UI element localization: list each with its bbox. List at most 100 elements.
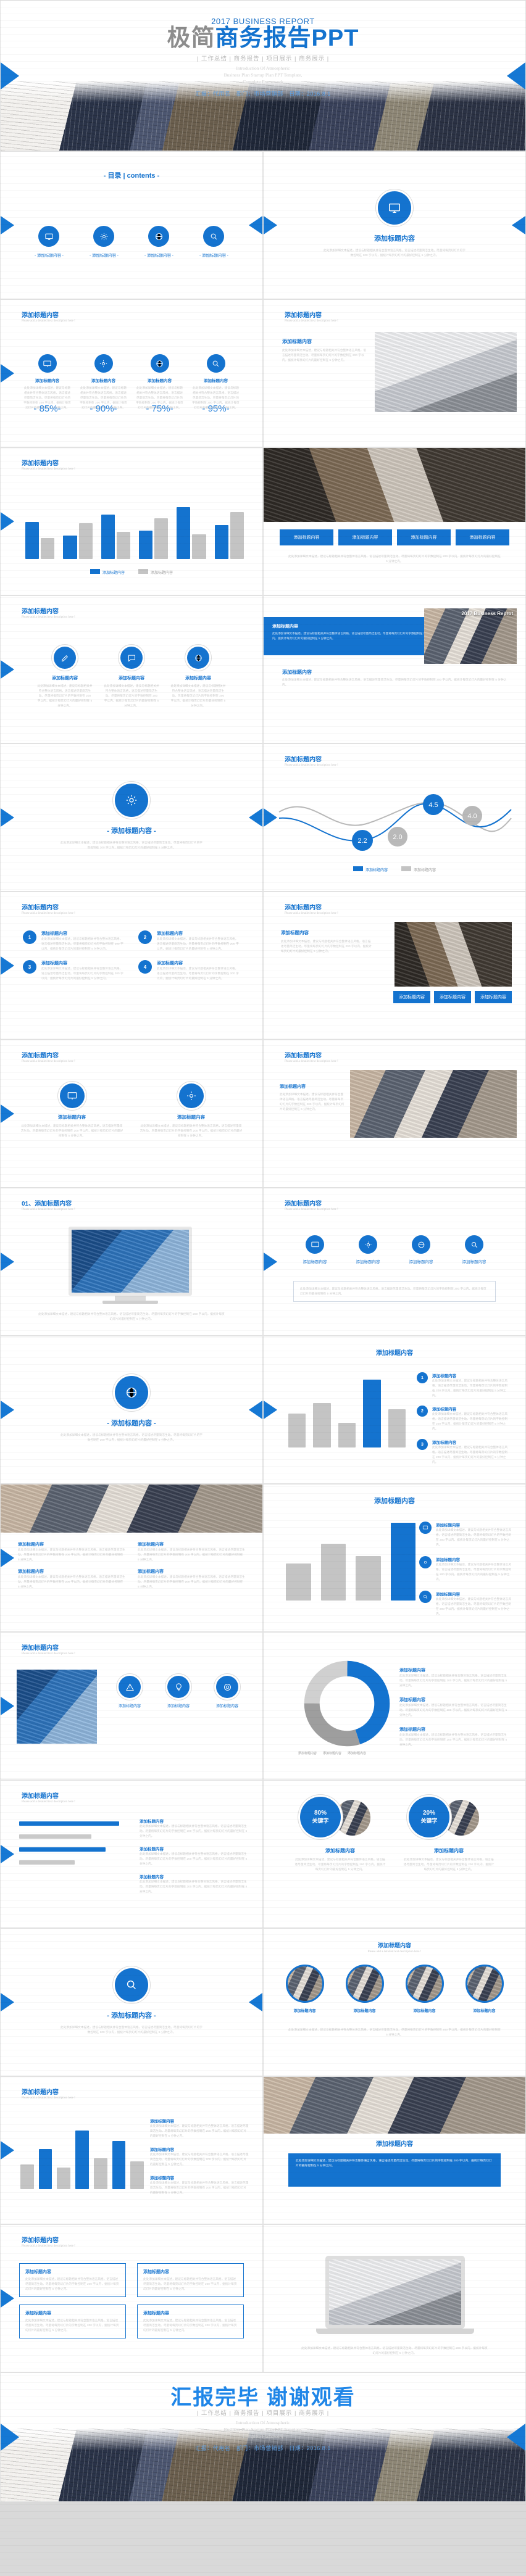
slide-photo-boxes: 添加标题内容 添加标题内容 添加标题内容 添加标题内容 此处添加详细文本描述，建… <box>263 447 526 595</box>
slide-numbered-list: 添加标题内容 Please add a detailed text descri… <box>0 892 263 1040</box>
list-item[interactable]: 添加标题内容 此处添加详细文本描述，建议与标题相关并符合整体语言风格，语言描述尽量… <box>150 2146 249 2167</box>
slide-desc: 此处添加详细文本描述，建议与标题相关并符合整体语言风格，语言描述尽量简洁生动。尽… <box>280 1093 344 1111</box>
mini-circle-item[interactable]: 添加标题内容 <box>409 1235 433 1264</box>
list-item[interactable]: 添加标题内容 此处添加详细文本描述，建议与标题相关并符合整体语言风格，语言描述尽量… <box>419 1556 512 1582</box>
circle-item[interactable]: 添加标题内容 此处添加详细文本描述，建议与标题相关并符合整体语言风格，语言描述尽… <box>104 647 159 708</box>
list-item[interactable]: 3 添加标题内容 此处添加详细文本描述，建议与标题相关并符合整体语言风格，语言描述… <box>23 960 125 981</box>
left-arrow-icon <box>1 1104 14 1123</box>
mini-circle-item[interactable]: 添加标题内容 <box>303 1235 327 1264</box>
list-item[interactable]: 2 添加标题内容 此处添加详细文本描述，建议与标题相关并符合整体语言风格，语言描述… <box>138 930 240 951</box>
list-item[interactable]: 添加标题内容 此处添加详细文本描述，建议与标题相关并符合整体语言风格，语言描述尽量… <box>399 1667 511 1688</box>
list-item[interactable]: 添加标题内容 此处添加详细文本描述，建议与标题相关并符合整体语言风格，语言描述尽量… <box>150 2174 249 2195</box>
slide-header: 添加标题内容 Please add a detailed text descri… <box>285 1198 338 1212</box>
percent-value: - 90%- <box>90 404 117 414</box>
mini-circle-item[interactable]: 添加标题内容 <box>462 1235 486 1264</box>
slide-header: 添加标题内容 Please add a detailed text descri… <box>22 458 75 472</box>
ending-meta: 汇报：代用名 部门：市场营销部 日期：2016.8.1 <box>195 2445 331 2451</box>
contents-item-4[interactable]: - 添加标题内容 - <box>199 226 228 258</box>
list-item-desc: 此处添加详细文本描述，建议与标题相关并符合整体语言风格，语言描述尽量简洁生动。尽… <box>140 1880 248 1894</box>
monitor-icon <box>38 226 60 247</box>
keyword-item[interactable]: 20% 关键字 添加标题内容 此处添加详细文本描述，建议与标题相关并符合整体语言… <box>403 1797 495 1872</box>
contents-item-3[interactable]: - 添加标题内容 - <box>144 226 173 258</box>
slide-desc: 此处添加详细文本描述，建议与标题相关并符合整体语言风格，语言描述尽量简洁生动。尽… <box>282 678 507 687</box>
section-title: - 添加标题内容 - <box>107 2012 156 2019</box>
slide-subtitle-en: Please add a detailed text description h… <box>285 1208 338 1211</box>
avatar-item[interactable]: 添加标题内容 <box>405 1965 444 2013</box>
mini-circle-item[interactable]: 添加标题内容 <box>356 1235 380 1264</box>
list-item[interactable]: 添加标题内容 此处添加详细文本描述，建议与标题相关并符合整体语言风格，语言描述尽量… <box>140 1873 248 1894</box>
avatar-item[interactable]: 添加标题内容 <box>465 1965 504 2013</box>
outline-box[interactable]: 添加标题内容 此处添加详细文本描述，建议与标题相关并符合整体语言风格，语言描述尽量… <box>137 2305 244 2339</box>
grid-item[interactable]: 添加标题内容 此处添加详细文本描述，建议与标题相关并符合整体语言风格，语言描述尽量… <box>18 1568 125 1589</box>
blue-box[interactable]: 添加标题内容 <box>280 529 333 545</box>
list-item[interactable]: 添加标题内容 此处添加详细文本描述，建议与标题相关并符合整体语言风格，语言描述尽量… <box>140 1845 248 1866</box>
blue-box[interactable]: 添加标题内容 <box>434 991 471 1003</box>
feature-item[interactable]: 添加标题内容 此处添加详细文本描述，建议与标题相关并符合整体语言风格，语言描述尽… <box>192 354 240 410</box>
slide-desc: 此处添加详细文本描述，建议与标题相关并符合整体语言风格，语言描述尽量简洁生动。尽… <box>288 2028 501 2037</box>
cover-slide: 2017 BUSINESS REPORT 极简商务报告PPT | 工作总结 | … <box>0 0 526 151</box>
list-item[interactable]: 3 添加标题内容 此处添加详细文本描述，建议与标题相关并符合整体语言风格，语言描述… <box>417 1439 509 1465</box>
point-label-4: 4.0 <box>467 813 477 820</box>
grid-item[interactable]: 添加标题内容 此处添加详细文本描述，建议与标题相关并符合整体语言风格，语言描述尽量… <box>18 1541 125 1562</box>
keyword-item[interactable]: 80% 关键字 添加标题内容 此处添加详细文本描述，建议与标题相关并符合整体语言… <box>294 1797 386 1872</box>
feature-item[interactable]: 添加标题内容 此处添加详细文本描述，建议与标题相关并符合整体语言风格，语言描述尽… <box>136 354 184 410</box>
icon-item[interactable]: 添加标题内容 <box>208 1676 246 1708</box>
bar-chart-plot <box>25 491 244 559</box>
bar-chart-plot <box>286 1520 415 1601</box>
keyword-desc: 此处添加详细文本描述，建议与标题相关并符合整体语言风格，语言描述尽量简洁生动。尽… <box>403 1858 495 1871</box>
list-item[interactable]: 添加标题内容 此处添加详细文本描述，建议与标题相关并符合整体语言风格，语言描述尽量… <box>399 1697 511 1718</box>
contents-item-1[interactable]: - 添加标题内容 - <box>35 226 64 258</box>
icon-block[interactable]: 添加标题内容 此处添加详细文本描述，建议与标题相关并符合整体语言风格，语言描述尽… <box>20 1083 123 1138</box>
slide-subtitle-en: Please add a detailed text description h… <box>285 1060 338 1063</box>
circle-item[interactable]: 添加标题内容 此处添加详细文本描述，建议与标题相关并符合整体语言风格，语言描述尽… <box>37 647 93 708</box>
list-item[interactable]: 添加标题内容 此处添加详细文本描述，建议与标题相关并符合整体语言风格，语言描述尽量… <box>419 1591 512 1617</box>
circle-item[interactable]: 添加标题内容 此处添加详细文本描述，建议与标题相关并符合整体语言风格，语言描述尽… <box>170 647 226 708</box>
list-item[interactable]: 添加标题内容 此处添加详细文本描述，建议与标题相关并符合整体语言风格，语言描述尽量… <box>419 1522 512 1547</box>
left-arrow-icon <box>264 808 277 827</box>
slide-monitor-mockup: 01、添加标题内容 Please add a detailed text des… <box>0 1188 263 1336</box>
section-title: - 添加标题内容 - <box>107 827 156 835</box>
blue-box[interactable]: 添加标题内容 <box>456 529 509 545</box>
icon-item[interactable]: 添加标题内容 <box>159 1676 198 1708</box>
list-item[interactable]: 2 添加标题内容 此处添加详细文本描述，建议与标题相关并符合整体语言风格，语言描述… <box>417 1406 509 1431</box>
section-desc: 此处添加详细文本描述，建议与标题相关并符合整体语言风格，语言描述尽量简洁生动。尽… <box>61 1433 202 1442</box>
slide-section-divider-1: 添加标题内容 此处添加详细文本描述，建议与标题相关并符合整体语言风格，语言描述尽… <box>263 151 526 299</box>
blue-box[interactable]: 添加标题内容 <box>397 529 451 545</box>
list-item[interactable]: 添加标题内容 此处添加详细文本描述，建议与标题相关并符合整体语言风格，语言描述尽量… <box>399 1726 511 1747</box>
list-item[interactable]: 4 添加标题内容 此处添加详细文本描述，建议与标题相关并符合整体语言风格，语言描述… <box>138 960 240 981</box>
keyword-word: 关键字 <box>420 1818 438 1824</box>
blue-box[interactable]: 添加标题内容 <box>338 529 392 545</box>
avatar <box>405 1965 444 2003</box>
blue-box[interactable]: 添加标题内容 <box>393 991 430 1003</box>
list-item[interactable]: 添加标题内容 此处添加详细文本描述，建议与标题相关并符合整体语言风格，语言描述尽量… <box>150 2118 249 2139</box>
legend-label: 添加标题内容 <box>365 869 388 872</box>
slide-title: 添加标题内容 <box>22 608 59 615</box>
icon-item[interactable]: 添加标题内容 <box>111 1676 149 1708</box>
contents-item-label: - 添加标题内容 - <box>199 254 228 258</box>
outline-box[interactable]: 添加标题内容 此处添加详细文本描述，建议与标题相关并符合整体语言风格，语言描述尽量… <box>19 2305 126 2339</box>
avatar-item[interactable]: 添加标题内容 <box>345 1965 384 2013</box>
list-item[interactable]: 添加标题内容 此处添加详细文本描述，建议与标题相关并符合整体语言风格，语言描述尽量… <box>140 1818 248 1839</box>
list-item-title: 添加标题内容 <box>399 1698 425 1703</box>
list-item[interactable]: 1 添加标题内容 此处添加详细文本描述，建议与标题相关并符合整体语言风格，语言描述… <box>23 930 125 951</box>
cover-eyebrow: 2017 BUSINESS REPORT <box>211 17 315 26</box>
contents-item-2[interactable]: - 添加标题内容 - <box>90 226 119 258</box>
list-item[interactable]: 1 添加标题内容 此处添加详细文本描述，建议与标题相关并符合整体语言风格，语言描述… <box>417 1372 509 1398</box>
blue-box[interactable]: 添加标题内容 <box>475 991 512 1003</box>
feature-item[interactable]: 添加标题内容 此处添加详细文本描述，建议与标题相关并符合整体语言风格，语言描述尽… <box>23 354 72 410</box>
legend-label: 添加标题内容 <box>102 571 125 575</box>
feature-item[interactable]: 添加标题内容 此处添加详细文本描述，建议与标题相关并符合整体语言风格，语言描述尽… <box>80 354 128 410</box>
outline-box[interactable]: 添加标题内容 此处添加详细文本描述，建议与标题相关并符合整体语言风格，语言描述尽量… <box>19 2263 126 2298</box>
grid-item[interactable]: 添加标题内容 此处添加详细文本描述，建议与标题相关并符合整体语言风格，语言描述尽量… <box>138 1541 245 1562</box>
outline-box[interactable]: 添加标题内容 此处添加详细文本描述，建议与标题相关并符合整体语言风格，语言描述尽量… <box>137 2263 244 2298</box>
list-item-title: 添加标题内容 <box>41 961 67 966</box>
contents-item-label: - 添加标题内容 - <box>90 254 119 258</box>
slide-title: 添加标题内容 <box>22 1645 59 1652</box>
slide-donut-chart: 添加标题内容 添加标题内容 添加标题内容 添加标题内容 此处添加详细文本描述，建议… <box>263 1632 526 1780</box>
grid-item[interactable]: 添加标题内容 此处添加详细文本描述，建议与标题相关并符合整体语言风格，语言描述尽量… <box>138 1568 245 1589</box>
avatar-item[interactable]: 添加标题内容 <box>285 1965 324 2013</box>
icon-block[interactable]: 添加标题内容 此处添加详细文本描述，建议与标题相关并符合整体语言风格，语言描述尽… <box>140 1083 243 1138</box>
banner-desc: 此处添加详细文本描述，建议与标题相关并符合整体语言风格，语言描述尽量简洁生动。尽… <box>272 632 435 640</box>
slide-header: 添加标题内容 Please add a detailed text descri… <box>22 606 75 620</box>
list-item-desc: 此处添加详细文本描述，建议与标题相关并符合整体语言风格，语言描述尽量简洁生动。尽… <box>432 1446 508 1464</box>
